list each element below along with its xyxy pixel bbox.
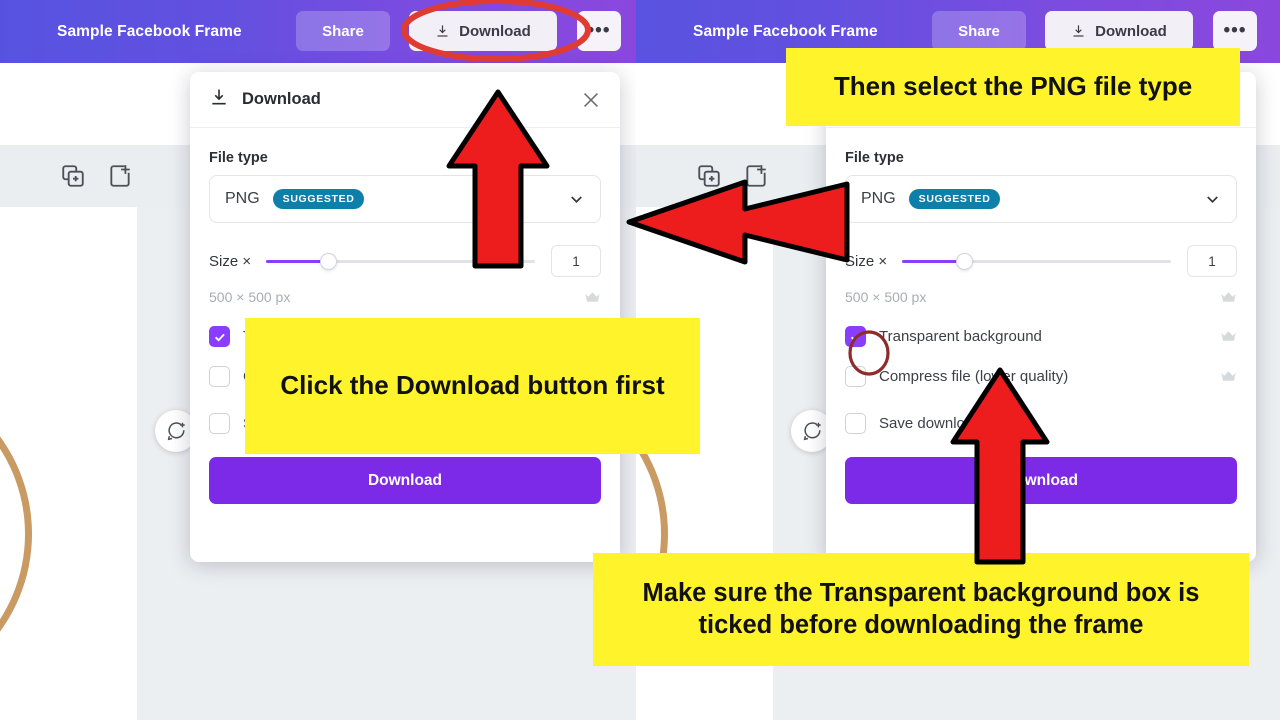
size-slider[interactable] (902, 251, 1171, 271)
arrow-up-to-download-button (446, 89, 550, 269)
size-label: Size × (845, 252, 888, 270)
file-type-label: File type (845, 150, 904, 166)
share-button[interactable]: Share (296, 11, 390, 51)
highlight-ellipse-download-button (401, 0, 591, 62)
suggested-badge: SUGGESTED (272, 189, 365, 209)
file-type-value: PNG (861, 190, 896, 207)
crown-icon (1220, 370, 1237, 383)
dimensions-text: 500 × 500 px (209, 289, 291, 305)
save-settings-checkbox[interactable] (845, 413, 866, 434)
transparent-background-checkbox[interactable] (209, 326, 230, 347)
dialog-header: Download (190, 72, 620, 128)
arrow-left-to-file-type (626, 179, 850, 265)
compress-file-checkbox[interactable] (209, 366, 230, 387)
callout-transparent-background-note: Make sure the Transparent background box… (593, 553, 1249, 666)
document-title: Sample Facebook Frame (57, 22, 242, 40)
dimensions-text: 500 × 500 px (845, 289, 927, 305)
transparent-background-label: Transparent background (879, 328, 1042, 345)
slider-knob[interactable] (955, 253, 973, 270)
slider-fill (902, 260, 964, 263)
save-settings-label: Save download settings (879, 415, 1038, 432)
document-title: Sample Facebook Frame (693, 22, 878, 40)
callout-click-download-first: Click the Download button first (245, 318, 700, 454)
screenshot-root: Sample Facebook Frame Share Download ••• (0, 0, 1280, 720)
download-button[interactable]: Download (1045, 11, 1193, 51)
slider-knob[interactable] (319, 253, 337, 270)
download-dialog: Download File type PNG SUGGESTED (190, 72, 620, 562)
chevron-down-icon[interactable] (1203, 190, 1222, 209)
dimensions-row: 500 × 500 px (845, 289, 1237, 305)
duplicate-page-icon[interactable] (60, 163, 86, 189)
add-page-icon[interactable] (107, 163, 133, 189)
crown-icon (584, 291, 601, 304)
dialog-download-button[interactable]: Download (209, 457, 601, 504)
slider-fill (266, 260, 328, 263)
crown-icon (1220, 291, 1237, 304)
canvas-artboard (0, 207, 137, 720)
save-settings-checkbox[interactable] (209, 413, 230, 434)
size-input[interactable]: 1 (1187, 245, 1237, 277)
download-button-label: Download (1095, 22, 1167, 40)
gold-circle-frame-graphic (0, 369, 32, 699)
share-button[interactable]: Share (932, 11, 1026, 51)
size-label: Size × (209, 252, 252, 270)
dimensions-row: 500 × 500 px (209, 289, 601, 305)
callout-select-png: Then select the PNG file type (786, 48, 1240, 126)
close-icon[interactable] (580, 89, 602, 111)
dialog-title: Download (242, 90, 321, 108)
transparent-background-row[interactable]: Transparent background (845, 326, 1237, 347)
file-type-select[interactable]: PNG SUGGESTED (845, 175, 1237, 223)
size-row: Size × 1 (845, 245, 1237, 277)
suggested-badge: SUGGESTED (908, 189, 1001, 209)
arrow-up-to-transparent-checkbox (950, 367, 1050, 565)
file-type-value: PNG (225, 190, 260, 207)
download-tray-icon (1071, 23, 1086, 39)
crown-icon (1220, 330, 1237, 343)
download-tray-icon (209, 87, 229, 112)
highlight-circle-transparent-checkbox (848, 330, 890, 376)
chevron-down-icon[interactable] (567, 190, 586, 209)
more-options-button[interactable]: ••• (1213, 11, 1257, 51)
size-input[interactable]: 1 (551, 245, 601, 277)
